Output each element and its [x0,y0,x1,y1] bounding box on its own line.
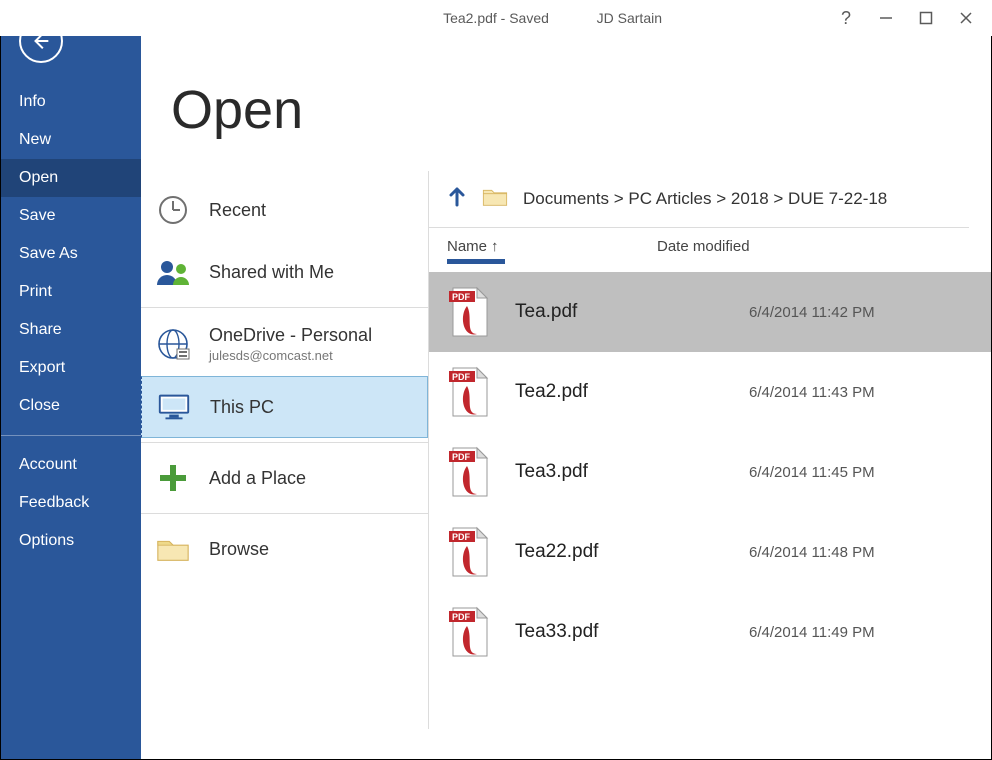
column-name-label: Name [447,238,487,255]
file-date: 6/4/2014 11:48 PM [749,544,875,561]
svg-text:PDF: PDF [452,452,471,462]
sidebar-item-account[interactable]: Account [1,446,141,484]
open-sources-list: Recent Shared with Me OneDrive - Personal j… [141,171,429,729]
pdf-icon: PDF [447,366,491,418]
main-panel: Open Recent Shared with Me OneDrive - Pers… [141,1,991,759]
help-button[interactable]: ? [826,3,866,33]
source-onedrive-personal[interactable]: OneDrive - Personal julesds@comcast.net [141,312,428,376]
file-list-header: Name ↑ Date modified [429,228,991,255]
up-folder-button[interactable] [447,185,467,213]
svg-text:PDF: PDF [452,292,471,302]
sidebar-item-close[interactable]: Close [1,387,141,425]
pdf-icon: PDF [447,286,491,338]
source-label: Recent [209,200,266,221]
source-this-pc[interactable]: This PC [141,376,428,438]
breadcrumb-path[interactable]: Documents > PC Articles > 2018 > DUE 7-2… [523,189,887,209]
file-row[interactable]: PDF Tea2.pdf 6/4/2014 11:43 PM [429,352,991,432]
sidebar-item-open[interactable]: Open [1,159,141,197]
file-name: Tea.pdf [515,301,725,323]
backstage-sidebar: InfoNewOpenSaveSave AsPrintShareExportCl… [1,1,141,759]
file-row[interactable]: PDF Tea33.pdf 6/4/2014 11:49 PM [429,592,991,672]
source-label: Add a Place [209,468,306,489]
svg-text:PDF: PDF [452,372,471,382]
file-name: Tea3.pdf [515,461,725,483]
sidebar-item-options[interactable]: Options [1,522,141,560]
user-name: JD Sartain [597,10,662,26]
source-divider [141,442,428,443]
source-sublabel: julesds@comcast.net [209,348,372,363]
people-icon [155,254,191,290]
sidebar-item-share[interactable]: Share [1,311,141,349]
file-row[interactable]: PDF Tea3.pdf 6/4/2014 11:45 PM [429,432,991,512]
sidebar-item-new[interactable]: New [1,121,141,159]
onedrive-icon [155,326,191,362]
file-row[interactable]: PDF Tea.pdf 6/4/2014 11:42 PM [429,272,991,352]
column-resize-handle[interactable] [447,259,505,264]
minimize-button[interactable] [866,3,906,33]
pdf-icon: PDF [447,526,491,578]
sidebar-separator [1,435,141,436]
file-row[interactable]: PDF Tea22.pdf 6/4/2014 11:48 PM [429,512,991,592]
file-name: Tea33.pdf [515,621,725,643]
file-date: 6/4/2014 11:49 PM [749,624,875,641]
column-header-name[interactable]: Name ↑ [447,238,657,255]
pdf-icon: PDF [447,446,491,498]
source-divider [141,307,428,308]
breadcrumb-bar: Documents > PC Articles > 2018 > DUE 7-2… [429,179,969,228]
sidebar-item-print[interactable]: Print [1,273,141,311]
plus-icon [155,460,191,496]
source-label: This PC [210,397,274,418]
column-header-date[interactable]: Date modified [657,238,750,255]
source-label: Browse [209,539,269,560]
source-divider [141,513,428,514]
source-label: OneDrive - Personal [209,325,372,346]
sidebar-item-save[interactable]: Save [1,197,141,235]
file-date: 6/4/2014 11:45 PM [749,464,875,481]
file-name: Tea2.pdf [515,381,725,403]
titlebar: Tea2.pdf - Saved JD Sartain ? [0,0,992,36]
sidebar-item-info[interactable]: Info [1,83,141,121]
file-rows[interactable]: PDF Tea.pdf 6/4/2014 11:42 PM PDF Tea2.pdf 6/… [429,272,991,720]
this-pc-icon [156,389,192,425]
file-date: 6/4/2014 11:42 PM [749,304,875,321]
sidebar-item-save-as[interactable]: Save As [1,235,141,273]
file-name: Tea22.pdf [515,541,725,563]
close-button[interactable] [946,3,986,33]
sidebar-item-feedback[interactable]: Feedback [1,484,141,522]
svg-text:PDF: PDF [452,612,471,622]
source-add-a-place[interactable]: Add a Place [141,447,428,509]
pdf-icon: PDF [447,606,491,658]
file-list-panel: Documents > PC Articles > 2018 > DUE 7-2… [429,171,991,729]
folder-icon [481,187,509,212]
svg-text:PDF: PDF [452,532,471,542]
page-title: Open [171,79,991,141]
source-shared-with-me[interactable]: Shared with Me [141,241,428,303]
source-browse[interactable]: Browse [141,518,428,580]
clock-icon [155,192,191,228]
source-label: Shared with Me [209,262,334,283]
restore-button[interactable] [906,3,946,33]
sort-asc-icon: ↑ [491,238,499,255]
folder-icon [155,531,191,567]
sidebar-item-export[interactable]: Export [1,349,141,387]
file-date: 6/4/2014 11:43 PM [749,384,875,401]
source-recent[interactable]: Recent [141,179,428,241]
document-title: Tea2.pdf - Saved [443,10,549,26]
